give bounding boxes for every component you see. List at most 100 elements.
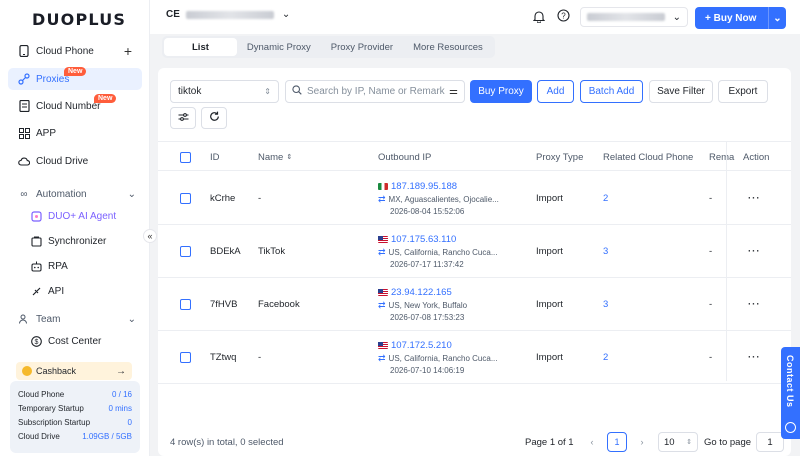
cell-related-cloud-phone[interactable]: 2 <box>603 331 608 384</box>
swap-icon: ⇄ <box>378 300 386 310</box>
swap-icon: ⇄ <box>378 247 386 257</box>
ip-text: 107.175.63.110 <box>391 234 457 245</box>
select-all-checkbox[interactable] <box>180 142 191 172</box>
api-icon <box>30 285 42 297</box>
checkbox[interactable] <box>180 299 191 310</box>
sidebar-item-ai-agent[interactable]: DUO+ AI Agent <box>30 206 116 226</box>
prev-page-button[interactable]: ‹ <box>582 432 602 452</box>
cell-proxy-type: Import <box>536 299 563 310</box>
type-filter-select[interactable]: tiktok ⇕ <box>170 80 279 103</box>
infinity-icon: ∞ <box>20 188 28 200</box>
column-header: Action <box>743 151 770 163</box>
chevron-down-icon: ⌄ <box>127 188 136 200</box>
cell-related-cloud-phone[interactable]: 3 <box>603 225 608 278</box>
buy-now-button[interactable]: + Buy Now ⌄ <box>695 7 786 29</box>
table-header: ID Name ⇕ Outbound IP Proxy Type Related … <box>158 141 791 171</box>
buy-proxy-button[interactable]: Buy Proxy <box>470 80 532 103</box>
column-header-name[interactable]: Name ⇕ <box>258 142 292 172</box>
timestamp: 2026-07-17 11:37:42 <box>390 260 464 269</box>
checkbox[interactable] <box>180 246 191 257</box>
batch-add-button[interactable]: Batch Add <box>580 80 643 103</box>
page-size-select[interactable]: 10 ⇕ <box>658 432 698 452</box>
row-checkbox[interactable] <box>180 172 191 225</box>
sidebar-item-cloud-number[interactable]: Cloud Number <box>8 95 142 117</box>
tab-more-resources[interactable]: More Resources <box>403 38 493 56</box>
more-actions-icon[interactable]: ··· <box>748 225 761 278</box>
page-number-button[interactable]: 1 <box>607 432 627 452</box>
stat-label: Temporary Startup <box>18 403 84 413</box>
sidebar-item-cost-center[interactable]: $ Cost Center <box>30 331 101 351</box>
sidebar-item-cloud-drive[interactable]: Cloud Drive <box>8 150 142 172</box>
mexico-flag-icon <box>378 183 388 190</box>
cell-related-cloud-phone[interactable]: 3 <box>603 278 608 331</box>
cashback-banner[interactable]: Cashback → <box>16 362 132 380</box>
table-row[interactable]: kCrhe - 187.189.95.188 ⇄ MX, Aguascalient… <box>158 172 791 225</box>
checkbox[interactable] <box>180 193 191 204</box>
sidebar-item-rpa[interactable]: RPA <box>30 256 68 276</box>
usage-stats: Cloud Phone 0 / 16 Temporary Startup 0 min… <box>10 381 140 453</box>
checkbox[interactable] <box>180 352 191 363</box>
checkbox[interactable] <box>180 151 191 163</box>
more-actions-icon[interactable]: ··· <box>748 331 761 384</box>
cell-id: BDEkA <box>210 246 241 257</box>
cell-proxy-type: Import <box>536 246 563 257</box>
tab-list[interactable]: List <box>164 38 237 56</box>
sort-icon[interactable]: ⇕ <box>286 153 292 161</box>
table-row[interactable]: BDEkA TikTok 107.175.63.110 ⇄ US, Califor… <box>158 225 791 278</box>
row-checkbox[interactable] <box>180 225 191 278</box>
cell-outbound-ip: 187.189.95.188 ⇄ MX, Aguascalientes, Ojoc… <box>378 172 499 225</box>
timestamp: 2026-08-04 15:52:06 <box>390 207 465 216</box>
tab-proxy-provider[interactable]: Proxy Provider <box>321 38 403 56</box>
collapse-sidebar-button[interactable]: « <box>143 229 157 243</box>
search-input[interactable]: Search by IP, Name or Remark ⚌ <box>285 80 465 103</box>
cell-name: - <box>258 352 262 363</box>
team-switcher[interactable]: CE ⌄ <box>166 9 290 20</box>
cell-related-cloud-phone[interactable]: 2 <box>603 172 608 225</box>
table-row[interactable]: 7fHVB Facebook 23.94.122.165 ⇄ US, New Yo… <box>158 278 791 331</box>
row-checkbox[interactable] <box>180 278 191 331</box>
robot-icon <box>30 260 42 272</box>
more-actions-icon[interactable]: ··· <box>748 278 761 331</box>
team-initials: CE <box>166 9 180 20</box>
ip-text: 23.94.122.165 <box>391 287 452 298</box>
cell-remark: - <box>709 352 713 363</box>
stat-value: 0 mins <box>108 403 132 413</box>
refresh-button[interactable] <box>201 107 227 129</box>
sidebar-item-label: API <box>48 285 65 297</box>
next-page-button[interactable]: › <box>632 432 652 452</box>
stat-label: Cloud Phone <box>18 389 65 399</box>
proxy-tabs: List Dynamic Proxy Proxy Provider More R… <box>162 36 495 58</box>
automation-section-toggle[interactable]: ∞ Automation ⌄ <box>18 185 136 203</box>
cell-name: - <box>258 193 262 204</box>
chevron-down-icon: ⌄ <box>127 313 136 325</box>
table-row[interactable]: TZtwq - 107.172.5.210 ⇄ US, California, R… <box>158 331 791 384</box>
account-switcher[interactable]: ⌄ <box>580 7 688 27</box>
contact-us-button[interactable]: Contact Us <box>781 347 800 439</box>
sidebar-item-app[interactable]: APP <box>8 122 142 144</box>
sidebar-item-cloud-phone[interactable]: Cloud Phone + <box>8 40 142 62</box>
save-filter-button[interactable]: Save Filter <box>649 80 713 103</box>
row-checkbox[interactable] <box>180 331 191 384</box>
ip-link[interactable]: 107.175.63.110 <box>378 234 456 245</box>
sidebar-item-api[interactable]: API <box>30 281 64 301</box>
ip-link[interactable]: 107.172.5.210 <box>378 340 452 351</box>
column-settings-button[interactable] <box>170 107 196 129</box>
export-button[interactable]: Export <box>718 80 768 103</box>
goto-label: Go to page <box>704 436 752 448</box>
goto-page-input[interactable]: 1 <box>756 432 784 452</box>
ip-link[interactable]: 187.189.95.188 <box>378 181 457 192</box>
more-actions-icon[interactable]: ··· <box>748 172 761 225</box>
add-cloud-phone-icon[interactable]: + <box>124 43 132 59</box>
add-button[interactable]: Add <box>537 80 574 103</box>
ip-link[interactable]: 23.94.122.165 <box>378 287 452 298</box>
chevron-down-icon[interactable]: ⌄ <box>768 7 786 29</box>
filter-settings-icon[interactable]: ⚌ <box>449 86 458 97</box>
arrow-right-icon: → <box>116 365 126 377</box>
chevron-updown-icon: ⇕ <box>686 439 692 446</box>
bell-icon[interactable] <box>532 10 546 26</box>
column-header: Outbound IP <box>378 151 432 163</box>
team-section-toggle[interactable]: Team ⌄ <box>18 310 136 328</box>
tab-dynamic-proxy[interactable]: Dynamic Proxy <box>237 38 321 56</box>
sidebar-item-synchronizer[interactable]: Synchronizer <box>30 231 106 251</box>
help-icon[interactable]: ? <box>557 9 570 25</box>
